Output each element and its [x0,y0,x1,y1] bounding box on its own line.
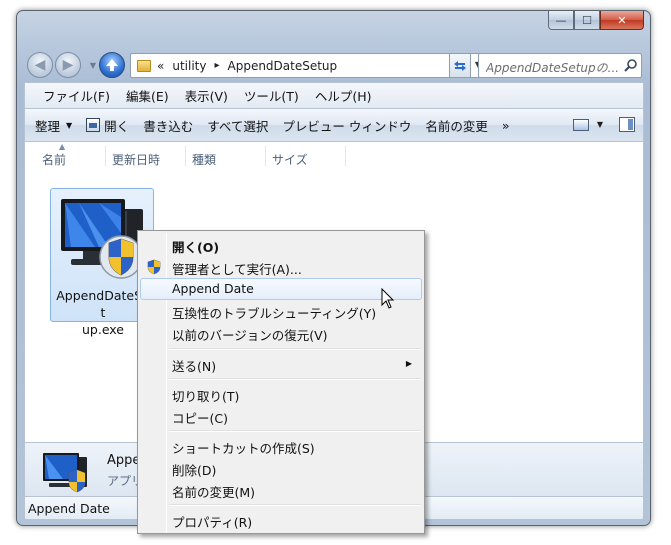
context-separator [169,504,421,506]
command-bar: 整理 ▼ 開く 書き込む すべて選択 プレビュー ウィンドウ 名前の変更 » ▼ [24,108,644,142]
recent-pages-button[interactable]: ▼ [87,57,99,73]
context-item-cut[interactable]: 切り取り(T) [140,383,422,405]
toolbar-right: ▼ [572,117,635,132]
context-item-troubleshoot-compat[interactable]: 互換性のトラブルシューティング(Y) [140,300,422,322]
preview-label: プレビュー ウィンドウ [282,118,412,134]
context-item-label: 名前の変更(M) [172,485,256,500]
context-item-label: 送る(N) [172,359,217,374]
back-button[interactable]: ◀ [27,52,53,78]
context-item-delete[interactable]: 削除(D) [140,457,422,479]
column-headers: ▲ 名前 更新日時 種類 サイズ [25,142,645,168]
maximize-button[interactable]: ☐ [574,11,600,30]
select-all-label: すべて選択 [207,118,269,134]
preview-pane-button[interactable]: プレビュー ウィンドウ [282,116,411,135]
context-separator [169,430,421,432]
context-item-label: プロパティ(R) [172,515,253,530]
context-item-label: 切り取り(T) [172,389,240,404]
chevron-down-icon: ▼ [89,60,97,70]
breadcrumb-overflow[interactable]: « [157,59,164,73]
context-item-label: 管理者として実行(A)... [172,262,302,277]
organize-label: 整理 [35,118,61,134]
sort-up-icon: ▲ [59,142,66,151]
preview-pane-icon[interactable] [619,117,635,132]
change-view-button[interactable]: ▼ [572,118,603,131]
rename-label: 名前の変更 [425,118,488,134]
up-button[interactable] [99,52,125,78]
column-divider[interactable] [345,146,346,166]
context-item-rename[interactable]: 名前の変更(M) [140,479,422,501]
up-arrow-icon [106,59,118,71]
breadcrumb-item-utility[interactable]: utility [172,59,206,73]
more-commands-button[interactable]: » [502,118,510,133]
context-item-run-as-admin[interactable]: 管理者として実行(A)... [140,256,422,278]
context-item-open[interactable]: 開く(O) [140,234,422,256]
more-commands-icon: » [501,117,510,133]
back-arrow-icon: ◀ [34,57,46,73]
menu-edit[interactable]: 編集(E) [126,86,169,105]
chevron-down-icon: ▼ [596,120,603,129]
refresh-button[interactable] [449,53,471,78]
mouse-cursor-icon [381,288,395,309]
shield-icon [147,259,161,275]
column-size[interactable]: サイズ [272,151,308,168]
status-text: Append Date [28,500,110,516]
minimize-button[interactable]: — [548,11,574,30]
context-item-restore-previous[interactable]: 以前のバージョンの復元(V) [140,322,422,344]
context-item-create-shortcut[interactable]: ショートカットの作成(S) [140,435,422,457]
menu-file[interactable]: ファイル(F) [43,86,110,105]
menu-bar: ファイル(F) 編集(E) 表示(V) ツール(T) ヘルプ(H) [24,82,644,108]
organize-button[interactable]: 整理 ▼ [35,116,72,135]
forward-arrow-icon: ▶ [62,57,74,73]
context-item-copy[interactable]: コピー(C) [140,405,422,427]
menu-help[interactable]: ヘルプ(H) [315,86,372,105]
open-button[interactable]: 開く [86,116,129,135]
open-label: 開く [104,118,130,134]
context-item-label: コピー(C) [172,411,228,426]
context-item-label: ショートカットの作成(S) [172,441,315,456]
context-item-properties[interactable]: プロパティ(R) [140,509,422,531]
close-button[interactable]: ✕ [600,11,644,30]
rename-button[interactable]: 名前の変更 [425,116,488,135]
address-bar[interactable]: « utility ▸ AppendDateSetup ▼ [130,53,486,78]
context-item-send-to[interactable]: 送る(N) ▶ [140,353,422,375]
context-item-label: 互換性のトラブルシューティング(Y) [172,306,377,321]
installer-app-icon [43,453,87,493]
breadcrumb: « utility ▸ AppendDateSetup [157,59,337,73]
chevron-down-icon: ▼ [66,120,73,130]
context-item-label: 削除(D) [172,463,217,478]
caption-buttons: — ☐ ✕ [548,11,644,31]
search-input[interactable]: AppendDateSetupの... [486,59,620,76]
column-divider[interactable] [185,146,186,166]
select-all-button[interactable]: すべて選択 [207,116,268,135]
submenu-arrow-icon: ▶ [405,359,412,368]
menu-view[interactable]: 表示(V) [185,86,228,105]
column-divider[interactable] [105,146,106,166]
breadcrumb-separator-icon[interactable]: ▸ [214,60,219,71]
column-date-modified[interactable]: 更新日時 [112,151,160,168]
breadcrumb-item-appenddatesetup[interactable]: AppendDateSetup [228,59,338,73]
context-item-label: 以前のバージョンの復元(V) [172,328,328,343]
folder-icon [137,59,151,72]
view-icon [572,118,589,131]
burn-label: 書き込む [143,118,194,134]
search-icon[interactable] [623,58,638,73]
column-divider[interactable] [265,146,266,166]
context-menu: 開く(O) 管理者として実行(A)... Append Date 互換性のトラブ… [137,230,425,534]
refresh-icon [454,60,466,71]
navigation-bar: ◀ ▶ ▼ « utility ▸ AppendDateSetup ▼ [17,47,650,79]
column-name[interactable]: 名前 [42,151,66,168]
context-item-label: Append Date [172,281,254,296]
context-item-label: 開く(O) [172,240,220,255]
open-icon [86,118,101,132]
search-box[interactable]: AppendDateSetupの... [478,53,642,78]
context-item-append-date[interactable]: Append Date [140,278,422,300]
forward-button[interactable]: ▶ [55,52,81,78]
context-separator [169,378,421,380]
installer-app-icon [61,199,143,279]
burn-button[interactable]: 書き込む [143,116,193,135]
menu-tools[interactable]: ツール(T) [244,86,299,105]
column-type[interactable]: 種類 [192,151,216,168]
context-separator [169,348,421,350]
